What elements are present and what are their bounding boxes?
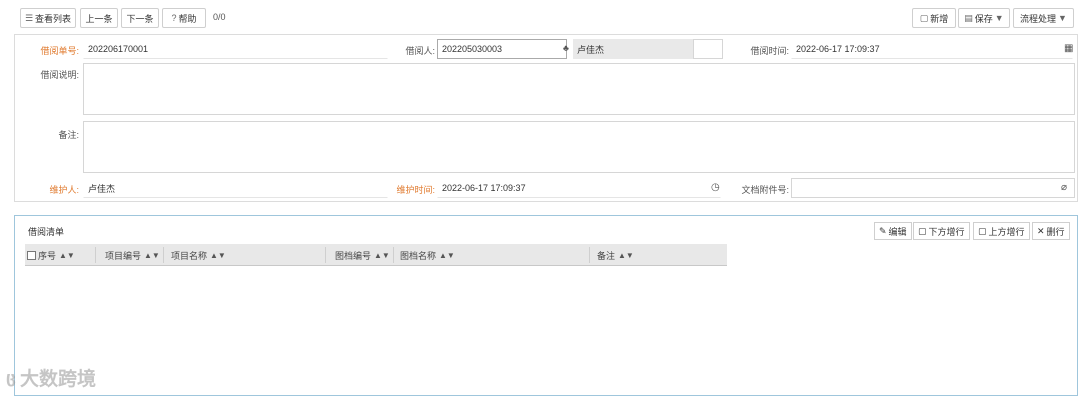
column-header-drawing-name[interactable]: 图档名称 ▲▼ bbox=[400, 244, 455, 266]
column-label: 图档名称 bbox=[400, 250, 437, 261]
chevron-down-icon: ▼ bbox=[994, 13, 1004, 23]
new-button[interactable]: ▢ 新增 bbox=[912, 8, 956, 28]
column-label: 项目名称 bbox=[171, 250, 208, 261]
close-icon: ✕ bbox=[1037, 225, 1045, 236]
remark-textarea[interactable] bbox=[83, 121, 1075, 173]
remark-label: 备注: bbox=[58, 130, 79, 140]
description-textarea[interactable] bbox=[83, 63, 1075, 115]
column-label: 项目编号 bbox=[105, 250, 142, 261]
user-tree-icon[interactable]: ♣ bbox=[563, 43, 569, 53]
save-icon: ▤ bbox=[964, 12, 973, 23]
save-button[interactable]: ▤ 保存 ▼ bbox=[958, 8, 1010, 28]
borrower-id-value: 202205030003 bbox=[442, 44, 503, 54]
borrow-time-field[interactable]: 2022-06-17 17:09:37 bbox=[791, 39, 1073, 59]
column-header-seq[interactable]: 序号 ▲▼ bbox=[27, 244, 75, 266]
prev-label: 上一条 bbox=[85, 13, 113, 24]
help-icon: ? bbox=[171, 13, 177, 23]
column-header-drawing-no[interactable]: 图档编号 ▲▼ bbox=[335, 244, 390, 266]
sort-icon[interactable]: ▲▼ bbox=[210, 251, 226, 260]
watermark-logo-icon: ც bbox=[6, 369, 16, 387]
view-list-label: 查看列表 bbox=[35, 13, 72, 24]
sort-icon[interactable]: ▲▼ bbox=[374, 251, 390, 260]
maintainer-field: 卢佳杰 bbox=[83, 178, 388, 198]
watermark: ც 大数跨境 bbox=[6, 364, 96, 391]
maintainer-value: 卢佳杰 bbox=[88, 183, 116, 194]
add-above-button[interactable]: ▢ 上方增行 bbox=[973, 222, 1030, 240]
maintain-time-value: 2022-06-17 17:09:37 bbox=[442, 183, 526, 193]
save-label: 保存 bbox=[974, 13, 993, 24]
delete-row-label: 删行 bbox=[1046, 226, 1065, 237]
borrower-extra-field[interactable] bbox=[693, 39, 723, 59]
add-row-icon: ▢ bbox=[978, 225, 987, 236]
maintainer-label: 维护人: bbox=[49, 185, 79, 195]
chevron-down-icon: ▼ bbox=[1058, 13, 1067, 23]
record-counter: 0/0 bbox=[213, 12, 226, 22]
paperclip-icon[interactable]: ⌀ bbox=[1061, 182, 1067, 193]
select-all-checkbox[interactable] bbox=[27, 250, 36, 260]
view-list-button[interactable]: ☰ 查看列表 bbox=[20, 8, 76, 28]
add-above-label: 上方增行 bbox=[988, 226, 1025, 237]
borrow-no-field[interactable]: 202206170001 bbox=[83, 39, 388, 59]
list-title: 借阅清单 bbox=[28, 227, 65, 237]
help-button[interactable]: ? 帮助 bbox=[162, 8, 206, 28]
new-label: 新增 bbox=[930, 13, 949, 24]
watermark-text: 大数跨境 bbox=[19, 369, 96, 390]
borrower-name-field: 卢佳杰 bbox=[573, 39, 693, 59]
attachment-field[interactable] bbox=[791, 178, 1075, 198]
column-label: 备注 bbox=[597, 250, 616, 261]
column-label: 图档编号 bbox=[335, 250, 372, 261]
borrow-form: 借阅单号: 202206170001 借阅人: 202205030003 ♣ 卢… bbox=[14, 34, 1078, 202]
borrow-time-label: 借阅时间: bbox=[750, 46, 789, 56]
list-icon: ☰ bbox=[24, 12, 34, 23]
maintain-time-field: 2022-06-17 17:09:37 bbox=[437, 178, 721, 198]
column-header-project-name[interactable]: 项目名称 ▲▼ bbox=[171, 244, 226, 266]
add-row-icon: ▢ bbox=[918, 225, 927, 236]
edit-label: 编辑 bbox=[888, 226, 907, 237]
prev-button[interactable]: 上一条 bbox=[80, 8, 118, 28]
sort-icon[interactable]: ▲▼ bbox=[144, 251, 160, 260]
workflow-button[interactable]: 流程处理 ▼ bbox=[1013, 8, 1074, 28]
borrower-label: 借阅人: bbox=[405, 46, 435, 56]
column-label: 序号 bbox=[38, 250, 57, 261]
help-label: 帮助 bbox=[178, 13, 197, 24]
workflow-label: 流程处理 bbox=[1020, 13, 1057, 24]
sort-icon[interactable]: ▲▼ bbox=[59, 251, 75, 260]
grid-header: 序号 ▲▼ 项目编号 ▲▼ 项目名称 ▲▼ 图档编号 ▲▼ 图档名称 ▲▼ 备注… bbox=[25, 244, 727, 266]
borrow-time-value: 2022-06-17 17:09:37 bbox=[796, 44, 880, 54]
edit-button[interactable]: ✎ 编辑 bbox=[874, 222, 912, 240]
clock-icon[interactable]: ◷ bbox=[711, 182, 720, 193]
new-doc-icon: ▢ bbox=[919, 12, 929, 23]
description-label: 借阅说明: bbox=[40, 70, 79, 80]
add-below-button[interactable]: ▢ 下方增行 bbox=[913, 222, 970, 240]
calendar-icon[interactable]: ▦ bbox=[1064, 43, 1073, 54]
sort-icon[interactable]: ▲▼ bbox=[618, 251, 634, 260]
add-below-label: 下方增行 bbox=[928, 226, 965, 237]
maintain-time-label: 维护时间: bbox=[396, 185, 435, 195]
borrow-list-panel: 借阅清单 ✎ 编辑 ▢ 下方增行 ▢ 上方增行 ✕ 删行 序号 ▲▼ 项目编号 … bbox=[14, 215, 1078, 396]
borrow-no-value: 202206170001 bbox=[88, 44, 149, 54]
column-header-remark[interactable]: 备注 ▲▼ bbox=[597, 244, 634, 266]
delete-row-button[interactable]: ✕ 删行 bbox=[1032, 222, 1070, 240]
borrower-id-field[interactable]: 202205030003 bbox=[437, 39, 567, 59]
sort-icon[interactable]: ▲▼ bbox=[439, 251, 455, 260]
next-label: 下一条 bbox=[126, 13, 154, 24]
borrower-name-value: 卢佳杰 bbox=[577, 44, 605, 55]
pencil-icon: ✎ bbox=[879, 225, 887, 236]
attachment-label: 文档附件号: bbox=[741, 185, 789, 195]
borrow-no-label: 借阅单号: bbox=[40, 46, 79, 56]
next-button[interactable]: 下一条 bbox=[121, 8, 159, 28]
column-header-project-no[interactable]: 项目编号 ▲▼ bbox=[105, 244, 160, 266]
